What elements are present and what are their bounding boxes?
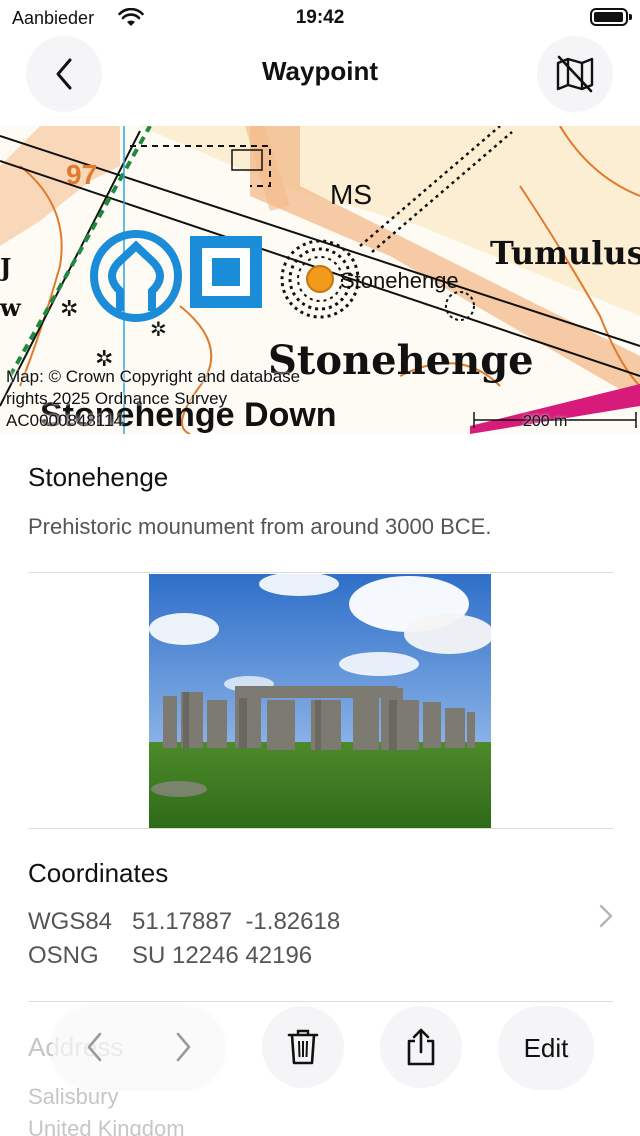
- edit-button[interactable]: Edit: [498, 1006, 594, 1090]
- share-icon: [407, 1028, 435, 1066]
- svg-text:w: w: [0, 293, 22, 322]
- coordinate-system: OSNG: [28, 942, 99, 969]
- waypoint-name: Stonehenge: [28, 462, 169, 492]
- hide-map-button[interactable]: [537, 36, 613, 112]
- map-label-site: Stonehenge: [268, 337, 534, 384]
- share-button[interactable]: [380, 1006, 462, 1088]
- map-slash-icon: [556, 55, 594, 93]
- coordinate-value: 51.17887 -1.82618: [132, 908, 341, 935]
- map-view[interactable]: ✲ ✲ ✲ J w 97 MS Tumulus Stonehenge Stone…: [0, 126, 640, 434]
- coordinate-osng: OSNG SU 12246 42196: [28, 942, 312, 970]
- delete-button[interactable]: [262, 1006, 344, 1088]
- divider: [28, 572, 613, 573]
- coordinate-system: WGS84: [28, 908, 113, 935]
- map-attribution: Map: © Crown Copyright and database righ…: [6, 367, 301, 430]
- next-waypoint-button[interactable]: [164, 1024, 204, 1070]
- coordinate-wgs84: WGS84 51.17887 -1.82618: [28, 908, 340, 936]
- previous-waypoint-button[interactable]: [74, 1024, 114, 1070]
- chevron-left-icon: [87, 1032, 102, 1062]
- waypoint-description: Prehistoric mounument from around 3000 B…: [28, 514, 492, 539]
- status-bar: Aanbieder 19:42: [0, 0, 640, 36]
- divider: [28, 1001, 613, 1002]
- divider: [28, 828, 613, 829]
- navigation-bar: Waypoint: [0, 36, 640, 126]
- map-road-number: 97: [66, 159, 97, 190]
- bottom-toolbar: Edit: [0, 1006, 640, 1090]
- chevron-right-icon: [599, 904, 613, 928]
- svg-text:✲: ✲: [150, 317, 167, 341]
- coordinate-value: SU 12246 42196: [132, 942, 313, 969]
- trash-icon: [287, 1029, 319, 1065]
- map-label-tumulus: Tumulus: [490, 234, 640, 272]
- battery-icon: [590, 8, 632, 26]
- map-marker-label: Stonehenge: [340, 268, 459, 293]
- coordinates-title: Coordinates: [28, 858, 169, 888]
- chevron-right-icon: [176, 1032, 191, 1062]
- scale-label: 200 m: [523, 413, 568, 430]
- waypoint-photo[interactable]: [149, 574, 491, 829]
- address-line-2: United Kingdom: [28, 1116, 185, 1136]
- status-time: 19:42: [295, 7, 345, 28]
- waypoint-pager: [52, 1006, 224, 1088]
- map-label-ms: MS: [330, 179, 372, 210]
- svg-text:✲: ✲: [60, 297, 78, 322]
- svg-text:J: J: [0, 253, 11, 282]
